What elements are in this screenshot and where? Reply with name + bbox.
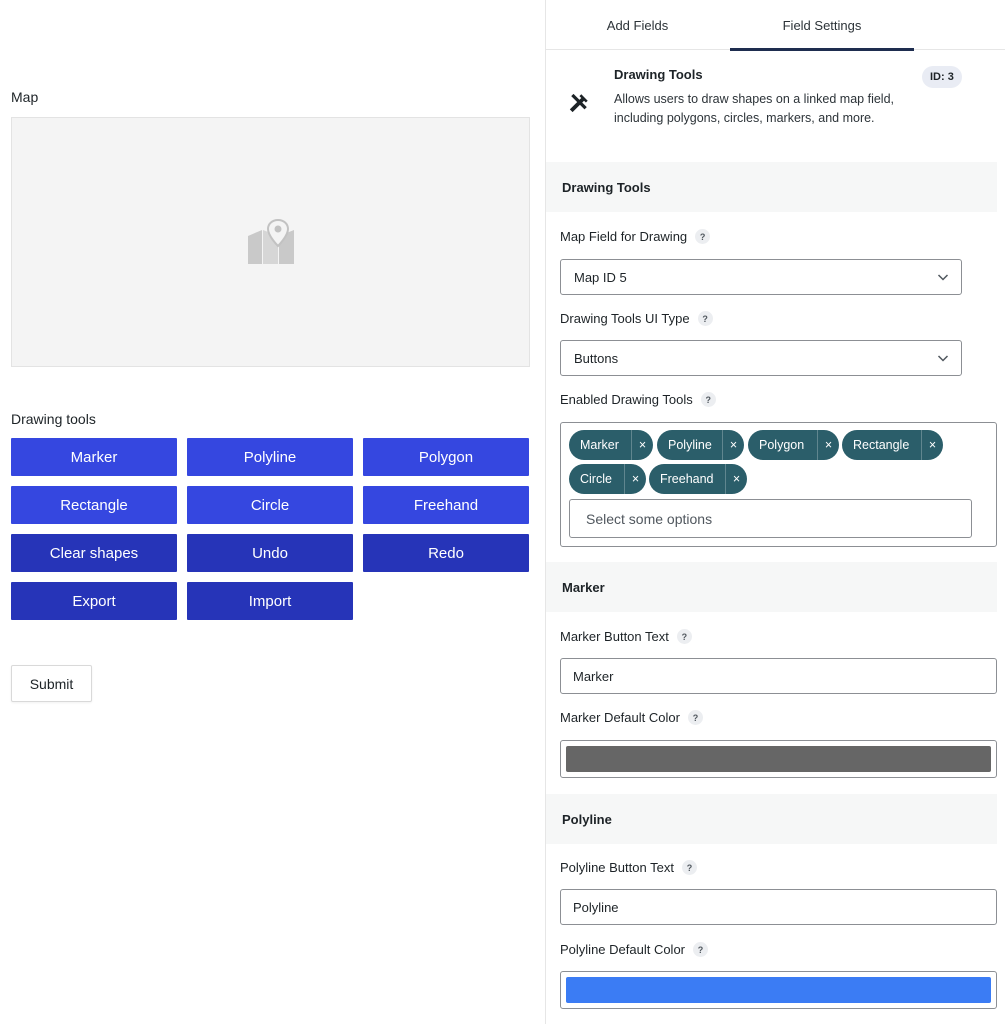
tag-polygon: Polygon × bbox=[748, 430, 839, 460]
circle-tool-button[interactable]: Circle bbox=[187, 486, 353, 524]
marker-button-text-label: Marker Button Text ? bbox=[560, 629, 692, 644]
map-placeholder-icon bbox=[247, 218, 294, 264]
tag-freehand: Freehand × bbox=[649, 464, 747, 494]
polyline-button-text-input[interactable]: Polyline bbox=[560, 889, 997, 925]
redo-button[interactable]: Redo bbox=[363, 534, 529, 572]
enabled-tools-multiselect[interactable]: Marker × Polyline × Polygon × Rectangle … bbox=[560, 422, 997, 547]
map-label: Map bbox=[11, 89, 39, 105]
field-description: Allows users to draw shapes on a linked … bbox=[614, 92, 895, 125]
tag-label: Polygon bbox=[759, 438, 805, 452]
remove-tag-icon[interactable]: × bbox=[725, 464, 747, 494]
ui-type-select[interactable]: Buttons bbox=[560, 340, 962, 376]
tab-field-settings[interactable]: Field Settings bbox=[730, 0, 914, 51]
submit-button[interactable]: Submit bbox=[11, 665, 92, 702]
help-icon[interactable]: ? bbox=[700, 392, 716, 407]
polyline-button-text-label-text: Polyline Button Text bbox=[560, 860, 674, 875]
marker-default-color-label-text: Marker Default Color bbox=[560, 710, 680, 725]
ui-type-label: Drawing Tools UI Type ? bbox=[560, 311, 713, 326]
field-title: Drawing Tools bbox=[614, 67, 703, 82]
polyline-default-color-label: Polyline Default Color ? bbox=[560, 942, 709, 957]
section-drawing-tools[interactable]: Drawing Tools bbox=[546, 162, 997, 212]
help-icon[interactable]: ? bbox=[697, 311, 713, 326]
remove-tag-icon[interactable]: × bbox=[817, 430, 839, 460]
freehand-tool-button[interactable]: Freehand bbox=[363, 486, 529, 524]
export-button[interactable]: Export bbox=[11, 582, 177, 620]
map-field-value: Map ID 5 bbox=[574, 269, 627, 285]
remove-tag-icon[interactable]: × bbox=[624, 464, 646, 494]
form-preview: Map Drawing tools Marker Polyline Polygo… bbox=[0, 0, 545, 1024]
marker-color-swatch bbox=[566, 746, 991, 772]
tag-label: Marker bbox=[580, 438, 619, 452]
remove-tag-icon[interactable]: × bbox=[722, 430, 744, 460]
hammer-wrench-icon bbox=[569, 93, 588, 113]
remove-tag-icon[interactable]: × bbox=[921, 430, 943, 460]
map-field-label: Map Field for Drawing ? bbox=[560, 229, 711, 244]
enabled-tools-label-text: Enabled Drawing Tools bbox=[560, 392, 693, 407]
polyline-default-color-label-text: Polyline Default Color bbox=[560, 942, 686, 957]
clear-shapes-button[interactable]: Clear shapes bbox=[11, 534, 177, 572]
undo-button[interactable]: Undo bbox=[187, 534, 353, 572]
map-canvas[interactable] bbox=[11, 117, 530, 367]
map-field-label-text: Map Field for Drawing bbox=[560, 229, 688, 244]
map-field-select[interactable]: Map ID 5 bbox=[560, 259, 962, 295]
tag-rectangle: Rectangle × bbox=[842, 430, 943, 460]
tab-add-fields[interactable]: Add Fields bbox=[546, 0, 729, 50]
chevron-down-icon bbox=[937, 274, 949, 281]
tag-polyline: Polyline × bbox=[657, 430, 744, 460]
help-icon[interactable]: ? bbox=[693, 942, 709, 957]
section-marker[interactable]: Marker bbox=[546, 562, 997, 612]
marker-button-text-input[interactable]: Marker bbox=[560, 658, 997, 694]
help-icon[interactable]: ? bbox=[676, 629, 692, 644]
chevron-down-icon bbox=[937, 355, 949, 362]
help-icon[interactable]: ? bbox=[681, 860, 697, 875]
ui-type-label-text: Drawing Tools UI Type bbox=[560, 311, 690, 326]
ui-type-value: Buttons bbox=[574, 350, 619, 366]
polyline-color-picker[interactable] bbox=[560, 971, 997, 1009]
tag-label: Freehand bbox=[660, 472, 714, 486]
field-id-badge: ID: 3 bbox=[922, 66, 962, 88]
panel-tabs: Add Fields Field Settings bbox=[546, 0, 1005, 51]
rectangle-tool-button[interactable]: Rectangle bbox=[11, 486, 177, 524]
enabled-tools-search[interactable]: Select some options bbox=[569, 499, 972, 538]
marker-default-color-label: Marker Default Color ? bbox=[560, 710, 703, 725]
import-button[interactable]: Import bbox=[187, 582, 353, 620]
marker-tool-button[interactable]: Marker bbox=[11, 438, 177, 476]
help-icon[interactable]: ? bbox=[695, 229, 711, 244]
tag-marker: Marker × bbox=[569, 430, 653, 460]
tag-label: Circle bbox=[580, 472, 612, 486]
help-icon[interactable]: ? bbox=[687, 710, 703, 725]
section-polyline[interactable]: Polyline bbox=[546, 794, 997, 844]
tag-circle: Circle × bbox=[569, 464, 646, 494]
marker-button-text-label-text: Marker Button Text bbox=[560, 629, 669, 644]
polyline-button-text-label: Polyline Button Text ? bbox=[560, 860, 697, 875]
polygon-tool-button[interactable]: Polygon bbox=[363, 438, 529, 476]
field-settings-panel: Add Fields Field Settings Drawing Tools … bbox=[545, 0, 1005, 1024]
polyline-tool-button[interactable]: Polyline bbox=[187, 438, 353, 476]
enabled-tools-label: Enabled Drawing Tools ? bbox=[560, 392, 716, 407]
polyline-color-swatch bbox=[566, 977, 991, 1003]
tag-label: Rectangle bbox=[853, 438, 910, 452]
tag-label: Polyline bbox=[668, 438, 712, 452]
remove-tag-icon[interactable]: × bbox=[631, 430, 653, 460]
drawing-tools-label: Drawing tools bbox=[11, 411, 96, 427]
marker-color-picker[interactable] bbox=[560, 740, 997, 778]
